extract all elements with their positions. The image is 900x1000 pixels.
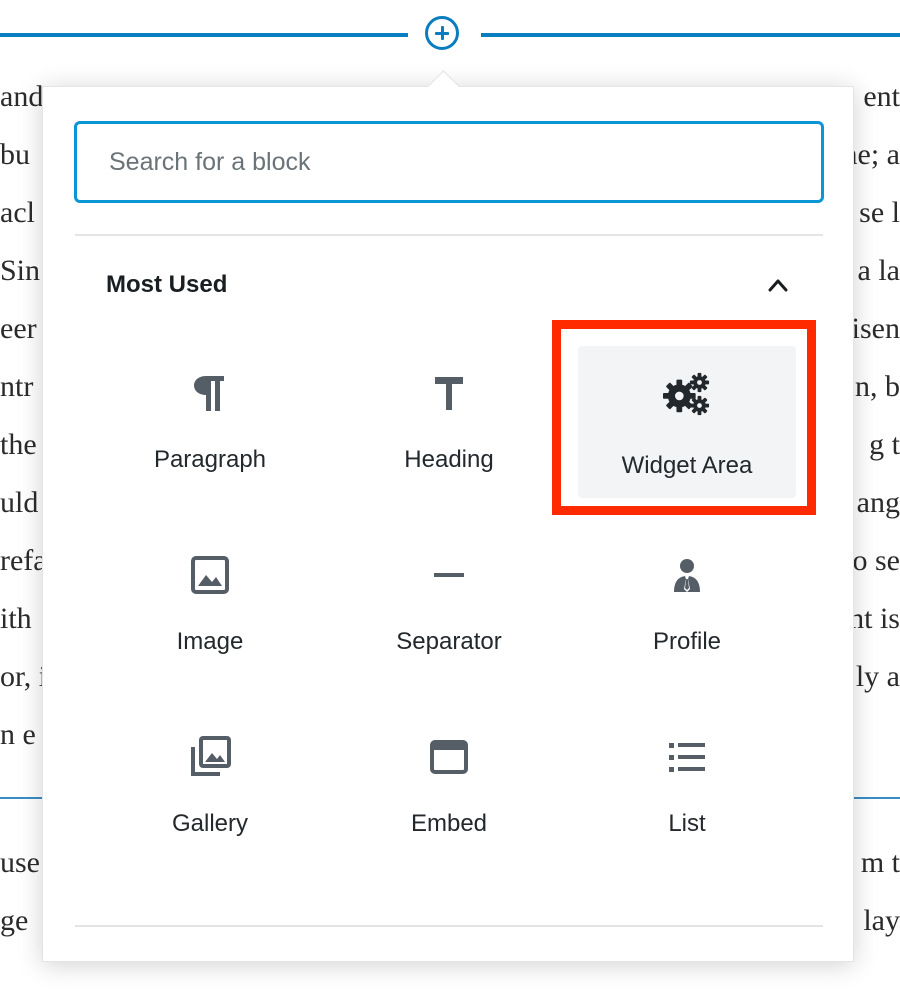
- bg-text-fragment: bu: [0, 138, 30, 171]
- bg-text-fragment: uld: [0, 486, 39, 519]
- block-label: Image: [176, 628, 244, 655]
- plus-circle-icon[interactable]: [425, 16, 459, 50]
- paragraph-icon: [186, 369, 234, 417]
- bg-text-fragment: a la: [857, 254, 900, 287]
- highlight-annotation-box: [552, 320, 816, 515]
- block-label: Paragraph: [153, 446, 267, 473]
- block-paragraph[interactable]: Paragraph: [101, 342, 319, 492]
- bg-text-fragment: ent: [863, 80, 900, 113]
- block-gallery[interactable]: Gallery: [101, 706, 319, 856]
- bg-text-fragment: isen: [851, 312, 900, 345]
- bg-text-fragment: refa: [0, 544, 47, 577]
- block-heading[interactable]: Heading: [340, 342, 558, 492]
- bg-text-fragment: n, b: [855, 370, 900, 403]
- heading-icon: [425, 369, 473, 417]
- search-input[interactable]: [74, 121, 824, 203]
- block-separator[interactable]: Separator: [340, 524, 558, 674]
- chevron-up-icon[interactable]: [768, 275, 788, 295]
- bg-text-fragment: nt is: [849, 602, 900, 635]
- bg-rule-right: [852, 797, 900, 799]
- divider: [75, 234, 823, 236]
- block-list[interactable]: List: [578, 706, 796, 856]
- image-icon: [186, 551, 234, 599]
- most-used-panel-header[interactable]: Most Used: [106, 263, 806, 307]
- block-label: Separator: [396, 628, 502, 655]
- bg-text-fragment: acl: [0, 196, 35, 229]
- block-label: Gallery: [171, 810, 249, 837]
- list-icon: [663, 733, 711, 781]
- block-embed[interactable]: Embed: [340, 706, 558, 856]
- bg-text-fragment: use: [0, 846, 40, 879]
- block-profile[interactable]: Profile: [578, 524, 796, 674]
- bg-text-fragment: lay: [863, 904, 900, 937]
- block-label: Embed: [410, 810, 488, 837]
- embed-icon: [425, 733, 473, 781]
- profile-icon: [663, 551, 711, 599]
- block-divider-left: [0, 33, 408, 37]
- bg-rule-left: [0, 797, 45, 799]
- gallery-icon: [186, 733, 234, 781]
- separator-icon: [425, 551, 473, 599]
- block-inserter-popover: Most Used Paragraph Heading: [42, 70, 854, 962]
- block-label: List: [668, 810, 706, 837]
- bg-text-fragment: the: [0, 428, 37, 461]
- panel-title: Most Used: [106, 271, 228, 298]
- block-label: Profile: [652, 628, 722, 655]
- bg-text-fragment: eer: [0, 312, 37, 345]
- bg-text-fragment: ith: [0, 602, 32, 635]
- bg-text-fragment: ntr: [0, 370, 34, 403]
- bg-text-fragment: o se: [852, 544, 900, 577]
- bg-text-fragment: se l: [859, 196, 900, 229]
- block-divider-right: [481, 33, 900, 37]
- bg-text-fragment: ge: [0, 904, 29, 937]
- bg-text-fragment: or, i: [0, 660, 48, 693]
- bg-text-fragment: Sin: [0, 254, 41, 287]
- divider: [75, 925, 823, 927]
- block-label: Heading: [404, 446, 494, 473]
- block-image[interactable]: Image: [101, 524, 319, 674]
- bg-text-fragment: and: [0, 80, 44, 113]
- bg-text-fragment: g t: [869, 428, 900, 461]
- bg-text-fragment: n e: [0, 718, 36, 751]
- bg-text-fragment: m t: [860, 846, 900, 879]
- bg-text-fragment: ang: [856, 486, 900, 519]
- bg-text-fragment: ly a: [855, 660, 900, 693]
